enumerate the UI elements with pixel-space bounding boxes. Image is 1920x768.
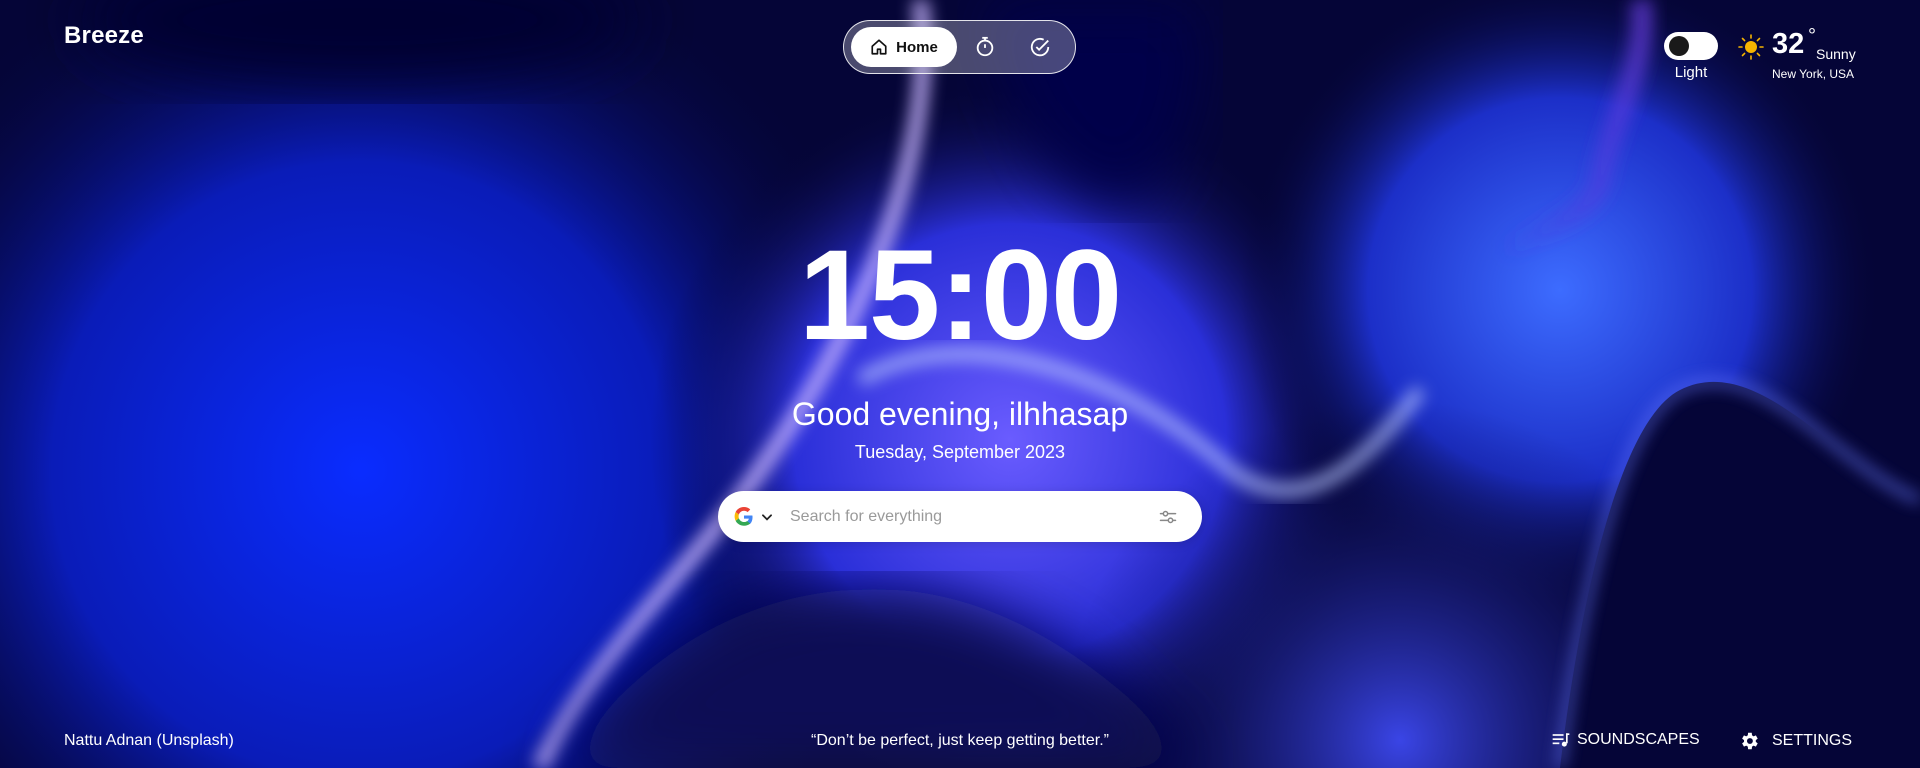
search-input[interactable]: [788, 506, 1148, 527]
nav-home-label: Home: [896, 38, 938, 56]
clock-time: 15:00: [798, 224, 1122, 367]
home-icon: [871, 39, 887, 55]
weather-widget: 32 ° Sunny New York, USA: [1738, 25, 1858, 84]
photo-credit-link[interactable]: Nattu Adnan (Unsplash): [64, 732, 234, 750]
greeting-text: Good evening, ilhhasap: [791, 396, 1129, 432]
search-filter-button[interactable]: [1148, 497, 1188, 537]
google-icon: [734, 506, 753, 526]
weather-condition: Sunny: [1816, 46, 1856, 62]
settings-label: SETTINGS: [1772, 732, 1853, 749]
weather-temperature: 32: [1772, 28, 1805, 60]
timer-icon: [976, 36, 993, 57]
playlist-music-icon: [1552, 733, 1570, 747]
search-engine-selector[interactable]: [718, 506, 774, 527]
nav-home-button[interactable]: Home: [851, 27, 958, 67]
soundscapes-button[interactable]: SOUNDSCAPES: [1551, 730, 1700, 750]
soundscapes-label: SOUNDSCAPES: [1577, 731, 1700, 748]
theme-toggle[interactable]: [1664, 32, 1718, 60]
sliders-icon: [1159, 510, 1177, 523]
nav-tasks-button[interactable]: [1013, 27, 1068, 67]
nav-timer-button[interactable]: [957, 27, 1012, 67]
chevron-down-icon: [762, 513, 772, 521]
weather-degree-symbol: °: [1808, 25, 1816, 47]
gear-icon: [1742, 732, 1758, 750]
brand-logo: Breeze: [64, 22, 144, 49]
settings-button[interactable]: SETTINGS: [1738, 730, 1852, 752]
weather-location: New York, USA: [1772, 67, 1855, 81]
date-text: Tuesday, September 2023: [854, 442, 1066, 462]
toggle-knob: [1669, 36, 1689, 56]
sun-icon: [1738, 34, 1764, 60]
check-circle-icon: [1031, 37, 1050, 57]
search-bar: [718, 491, 1202, 542]
theme-label: Light: [1674, 64, 1708, 81]
main-nav: Home: [843, 20, 1076, 74]
